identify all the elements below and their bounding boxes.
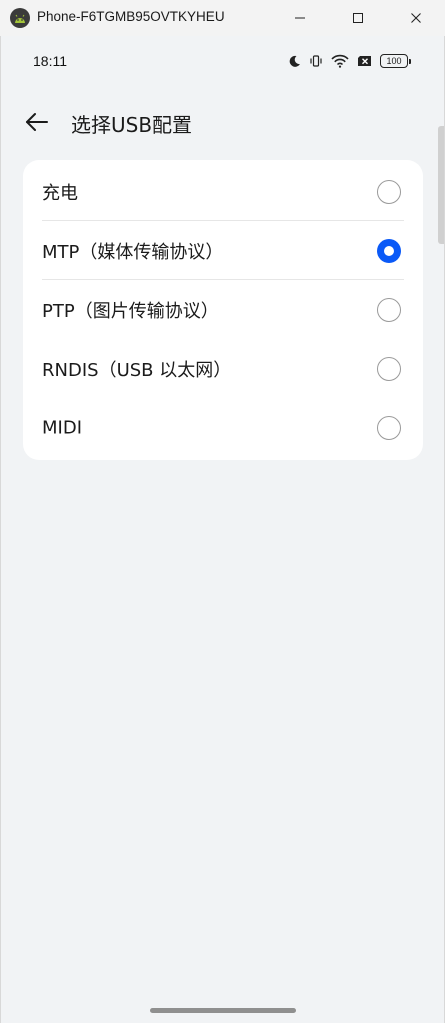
status-time: 18:11 — [33, 53, 67, 69]
minimize-button[interactable] — [271, 0, 329, 36]
option-label: MIDI — [42, 417, 83, 438]
usb-options-card: 充电 MTP（媒体传输协议） PTP（图片传输协议） RNDIS（USB 以太网… — [23, 160, 423, 460]
status-icons: 100 — [288, 53, 411, 69]
option-charging[interactable]: 充电 — [23, 162, 423, 221]
sim-x-icon — [358, 56, 371, 66]
battery-indicator: 100 — [380, 54, 411, 68]
close-icon — [411, 13, 421, 23]
option-label: PTP（图片传输协议） — [42, 300, 219, 322]
radio-button[interactable] — [377, 179, 401, 204]
window-title: Phone-F6TGMB95OVTKYHEU — [37, 9, 225, 24]
option-label: 充电 — [42, 182, 78, 204]
scrollbar[interactable] — [438, 126, 444, 244]
maximize-icon — [353, 13, 363, 23]
option-label: RNDIS（USB 以太网） — [42, 359, 232, 381]
battery-level: 100 — [386, 56, 402, 66]
radio-button[interactable] — [377, 356, 401, 381]
moon-icon — [289, 55, 300, 67]
page-header: 选择USB配置 — [1, 100, 444, 144]
home-indicator[interactable] — [150, 1008, 296, 1013]
back-button[interactable] — [21, 108, 53, 136]
vibrate-icon — [310, 55, 322, 67]
radio-button-selected[interactable] — [377, 238, 401, 263]
option-mtp[interactable]: MTP（媒体传输协议） — [23, 221, 423, 280]
option-ptp[interactable]: PTP（图片传输协议） — [23, 280, 423, 339]
maximize-button[interactable] — [329, 0, 387, 36]
android-app-icon — [10, 8, 30, 28]
option-label: MTP（媒体传输协议） — [42, 241, 224, 263]
window-titlebar: Phone-F6TGMB95OVTKYHEU — [0, 0, 445, 36]
option-midi[interactable]: MIDI — [23, 398, 423, 457]
radio-button[interactable] — [377, 297, 401, 322]
radio-button[interactable] — [377, 415, 401, 440]
option-rndis[interactable]: RNDIS（USB 以太网） — [23, 339, 423, 398]
phone-screen: 18:11 100 选择USB配置 充电 MTP（媒体传输协议） PTP（图片传… — [0, 36, 445, 1023]
page-title: 选择USB配置 — [71, 113, 193, 137]
close-button[interactable] — [387, 0, 445, 36]
status-bar: 18:11 100 — [1, 36, 444, 86]
wifi-icon — [331, 54, 349, 68]
minimize-icon — [295, 17, 305, 19]
back-arrow-icon — [26, 113, 48, 131]
